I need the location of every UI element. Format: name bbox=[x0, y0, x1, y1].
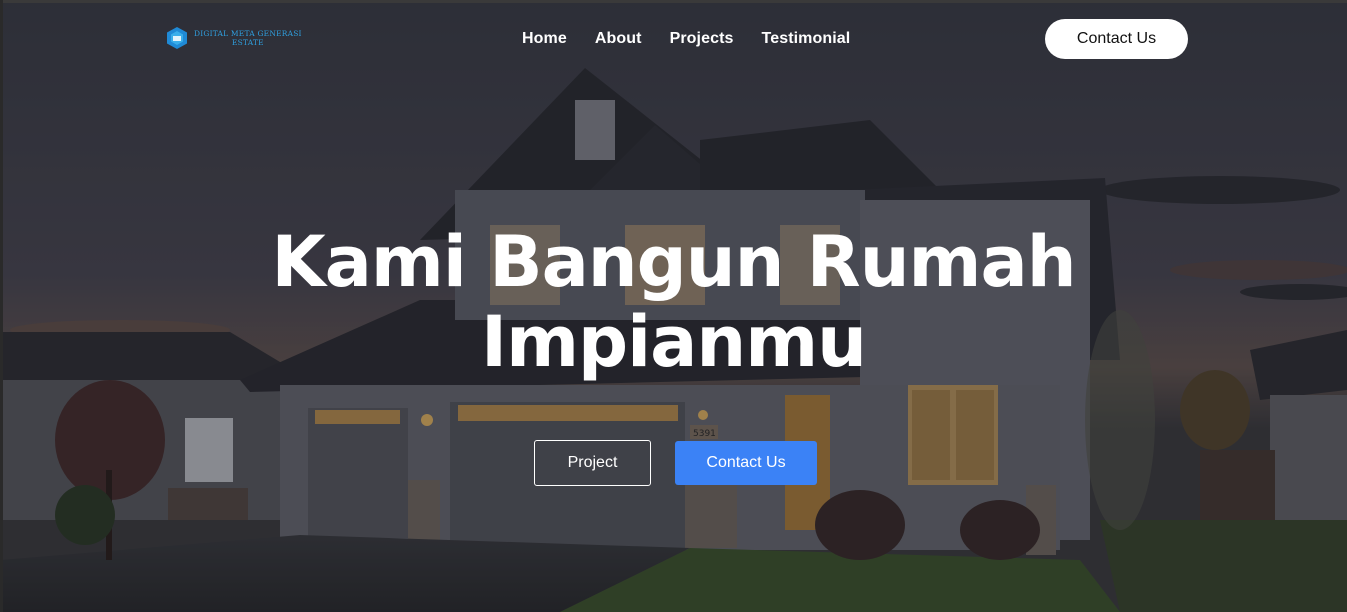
project-button[interactable]: Project bbox=[534, 440, 651, 486]
brand-logo[interactable]: DIGITAL META GENERASI ESTATE bbox=[166, 26, 302, 50]
hero-headline-line-1: Kami Bangun Rumah bbox=[271, 221, 1076, 303]
brand-line-1: DIGITAL META GENERASI bbox=[194, 29, 302, 38]
brand-logo-text: DIGITAL META GENERASI ESTATE bbox=[194, 29, 302, 47]
nav-link-testimonial[interactable]: Testimonial bbox=[762, 30, 851, 48]
nav-link-home[interactable]: Home bbox=[522, 30, 567, 48]
hexagon-logo-icon bbox=[167, 27, 187, 49]
hero-contact-us-button[interactable]: Contact Us bbox=[675, 441, 817, 485]
navbar: DIGITAL META GENERASI ESTATE Home About … bbox=[0, 0, 1347, 80]
hero-headline-line-2: Impianmu bbox=[481, 301, 867, 383]
brand-line-2: ESTATE bbox=[231, 38, 264, 47]
nav-link-about[interactable]: About bbox=[595, 30, 642, 48]
hero-headline: Kami Bangun Rumah Impianmu bbox=[0, 222, 1347, 382]
nav-links: Home About Projects Testimonial bbox=[522, 30, 850, 48]
nav-contact-us-button[interactable]: Contact Us bbox=[1045, 19, 1188, 59]
hero-section: 5391 DIGITAL META GENERASI ESTATE Home A… bbox=[0, 0, 1347, 612]
nav-link-projects[interactable]: Projects bbox=[670, 30, 734, 48]
